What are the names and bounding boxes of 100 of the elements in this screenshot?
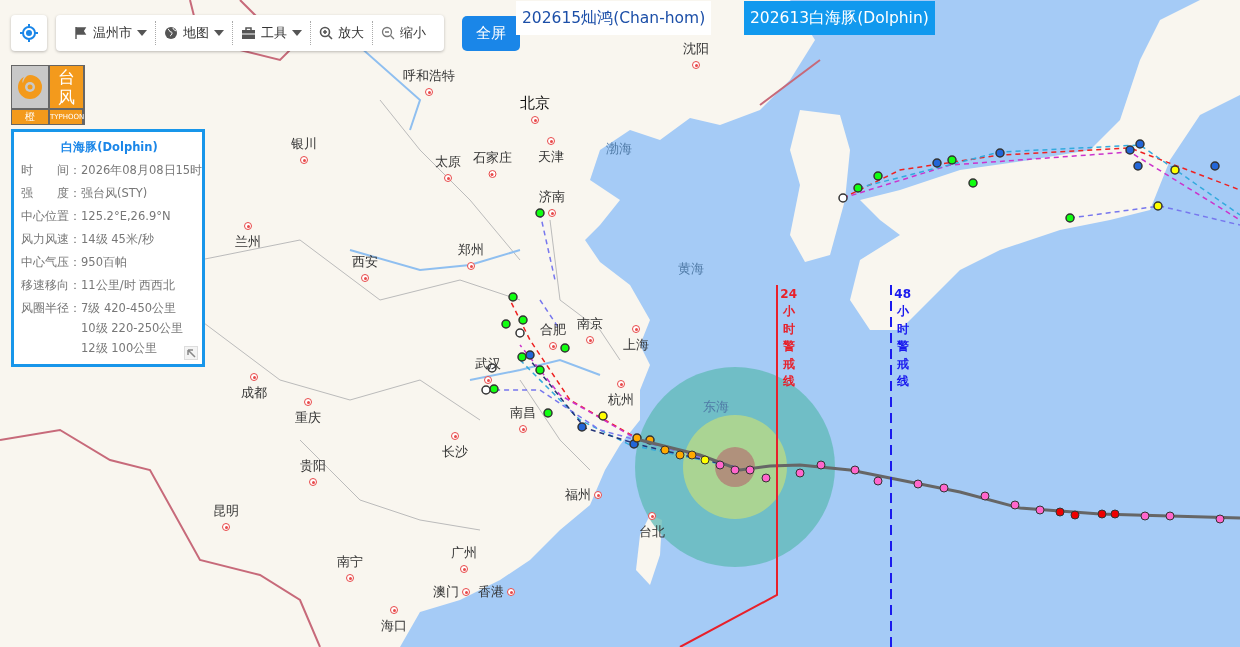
caret-icon bbox=[292, 30, 302, 36]
sea-label: 黄海 bbox=[678, 260, 704, 278]
info-value: 14级 45米/秒 bbox=[81, 231, 154, 248]
info-label: 风力风速： bbox=[21, 231, 81, 248]
toolbox-icon bbox=[241, 26, 256, 40]
collapse-button[interactable] bbox=[184, 346, 198, 360]
caret-icon bbox=[214, 30, 224, 36]
city-marker-icon bbox=[617, 380, 625, 388]
city-label: 北京 bbox=[520, 94, 550, 113]
info-value: 950百帕 bbox=[81, 254, 127, 271]
city-marker-icon bbox=[361, 274, 369, 282]
city-marker-icon bbox=[507, 588, 515, 596]
city-label: 长沙 bbox=[442, 443, 468, 461]
city-label: 重庆 bbox=[295, 409, 321, 427]
info-value: 10级 220-250公里 bbox=[81, 320, 184, 337]
city-label: 海口 bbox=[381, 617, 407, 635]
info-value: 125.2°E,26.9°N bbox=[81, 208, 171, 225]
city-label: 贵阳 bbox=[300, 457, 326, 475]
city-marker-icon bbox=[484, 376, 492, 384]
info-label: 强 度： bbox=[21, 185, 81, 202]
crosshair-icon bbox=[20, 24, 38, 42]
city-marker-icon bbox=[462, 588, 470, 596]
city-marker-icon bbox=[346, 574, 354, 582]
sea-label: 东海 bbox=[703, 398, 729, 416]
toolbar-button[interactable]: 放大 bbox=[311, 21, 372, 45]
locate-button[interactable] bbox=[11, 15, 47, 51]
city-marker-icon bbox=[425, 88, 433, 96]
globe-icon bbox=[164, 26, 178, 40]
info-label: 中心位置： bbox=[21, 208, 81, 225]
toolbar-button[interactable]: 缩小 bbox=[373, 21, 434, 45]
city-marker-icon bbox=[692, 61, 700, 69]
info-label: 时 间： bbox=[21, 162, 81, 179]
info-value: 2026年08月08日15时 bbox=[81, 162, 203, 179]
city-marker-icon bbox=[460, 565, 468, 573]
arrow-icon bbox=[186, 348, 196, 358]
info-label: 风圈半径： bbox=[21, 300, 81, 317]
city-label: 杭州 bbox=[608, 391, 634, 409]
city-marker-icon bbox=[444, 174, 452, 182]
city-marker-icon bbox=[632, 325, 640, 333]
info-label: 中心气压： bbox=[21, 254, 81, 271]
city-label: 石家庄 bbox=[472, 149, 512, 167]
typhoon-icon bbox=[15, 72, 45, 102]
warning-line-label: 24小时警戒线 bbox=[780, 286, 798, 390]
city-marker-icon bbox=[519, 425, 527, 433]
city-marker-icon bbox=[300, 156, 308, 164]
city-label: 兰州 bbox=[235, 233, 261, 251]
warning-line-label: 48小时警戒线 bbox=[894, 286, 912, 390]
city-marker-icon bbox=[547, 137, 555, 145]
city-marker-icon bbox=[648, 512, 656, 520]
city-marker-icon bbox=[304, 398, 312, 406]
city-label: 太原 bbox=[435, 153, 461, 171]
city-marker-icon bbox=[250, 373, 258, 381]
warning-title: 台风 bbox=[50, 66, 83, 108]
city-label: 南宁 bbox=[337, 553, 363, 571]
city-marker-icon bbox=[467, 262, 475, 270]
city-label: 福州 bbox=[565, 486, 591, 504]
city-label: 西安 bbox=[352, 253, 378, 271]
city-label: 香港 bbox=[478, 583, 504, 601]
city-marker-icon bbox=[548, 209, 556, 217]
city-label: 呼和浩特 bbox=[403, 67, 455, 85]
city-label: 成都 bbox=[241, 384, 267, 402]
city-label: 天津 bbox=[538, 148, 564, 166]
city-marker-icon bbox=[390, 606, 398, 614]
warning-level: 橙 bbox=[12, 110, 48, 124]
city-label: 昆明 bbox=[213, 502, 239, 520]
city-label: 广州 bbox=[451, 544, 477, 562]
zoom-in-icon bbox=[319, 26, 333, 40]
fullscreen-button[interactable]: 全屏 bbox=[462, 16, 520, 51]
city-label: 南昌 bbox=[510, 404, 536, 422]
city-marker-icon bbox=[451, 432, 459, 440]
info-value: 12级 100公里 bbox=[81, 340, 159, 357]
info-value: 强台风(STY) bbox=[81, 185, 148, 202]
city-marker-icon bbox=[594, 491, 602, 499]
info-value: 11公里/时 西西北 bbox=[81, 277, 176, 294]
dropdown-button[interactable]: 温州市 bbox=[66, 21, 155, 45]
panel-title: 白海豚(Dolphin) bbox=[60, 140, 159, 155]
city-label: 郑州 bbox=[458, 241, 484, 259]
city-marker-icon bbox=[244, 222, 252, 230]
city-marker-icon bbox=[549, 342, 557, 350]
city-marker-icon bbox=[488, 170, 496, 178]
city-marker-icon bbox=[531, 116, 539, 124]
sea-label: 渤海 bbox=[606, 140, 632, 158]
typhoon-tab[interactable]: 202615灿鸿(Chan-hom) bbox=[516, 1, 712, 35]
flag-icon bbox=[74, 26, 88, 40]
zoom-out-icon bbox=[381, 26, 395, 40]
info-label: 移速移向： bbox=[21, 277, 81, 294]
city-marker-icon bbox=[309, 478, 317, 486]
city-label: 银川 bbox=[291, 135, 317, 153]
caret-icon bbox=[137, 30, 147, 36]
city-marker-icon bbox=[222, 523, 230, 531]
city-label: 南京 bbox=[577, 315, 603, 333]
info-value: 7级 420-450公里 bbox=[81, 300, 178, 317]
city-label: 合肥 bbox=[540, 321, 566, 339]
city-label: 澳门 bbox=[433, 583, 459, 601]
dropdown-button[interactable]: 地图 bbox=[156, 21, 232, 45]
dropdown-button[interactable]: 工具 bbox=[233, 21, 310, 45]
city-marker-icon bbox=[586, 336, 594, 344]
city-label: 上海 bbox=[623, 336, 649, 354]
city-label: 沈阳 bbox=[683, 40, 709, 58]
city-label: 济南 bbox=[539, 188, 565, 206]
